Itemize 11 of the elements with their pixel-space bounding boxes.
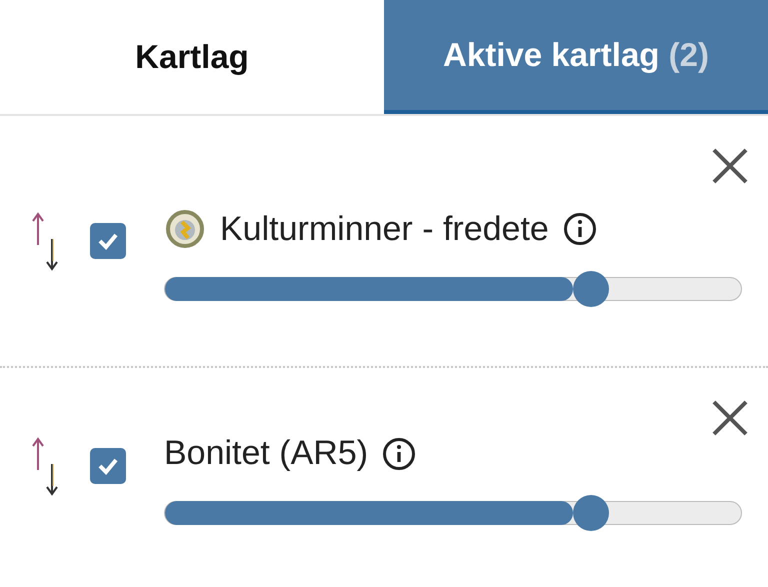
- layer-name: Kulturminner - fredete: [220, 208, 549, 250]
- close-button[interactable]: [710, 146, 750, 186]
- info-icon[interactable]: [562, 212, 597, 246]
- layer-name: Bonitet (AR5): [164, 433, 368, 474]
- checkbox[interactable]: [90, 448, 126, 484]
- slider-thumb[interactable]: [573, 270, 610, 306]
- tab[interactable]: Aktive kartlag (2): [384, 0, 768, 114]
- checkbox[interactable]: [90, 223, 126, 259]
- close-button[interactable]: [710, 398, 750, 438]
- info-icon[interactable]: [382, 436, 416, 470]
- slider-thumb[interactable]: [573, 495, 610, 531]
